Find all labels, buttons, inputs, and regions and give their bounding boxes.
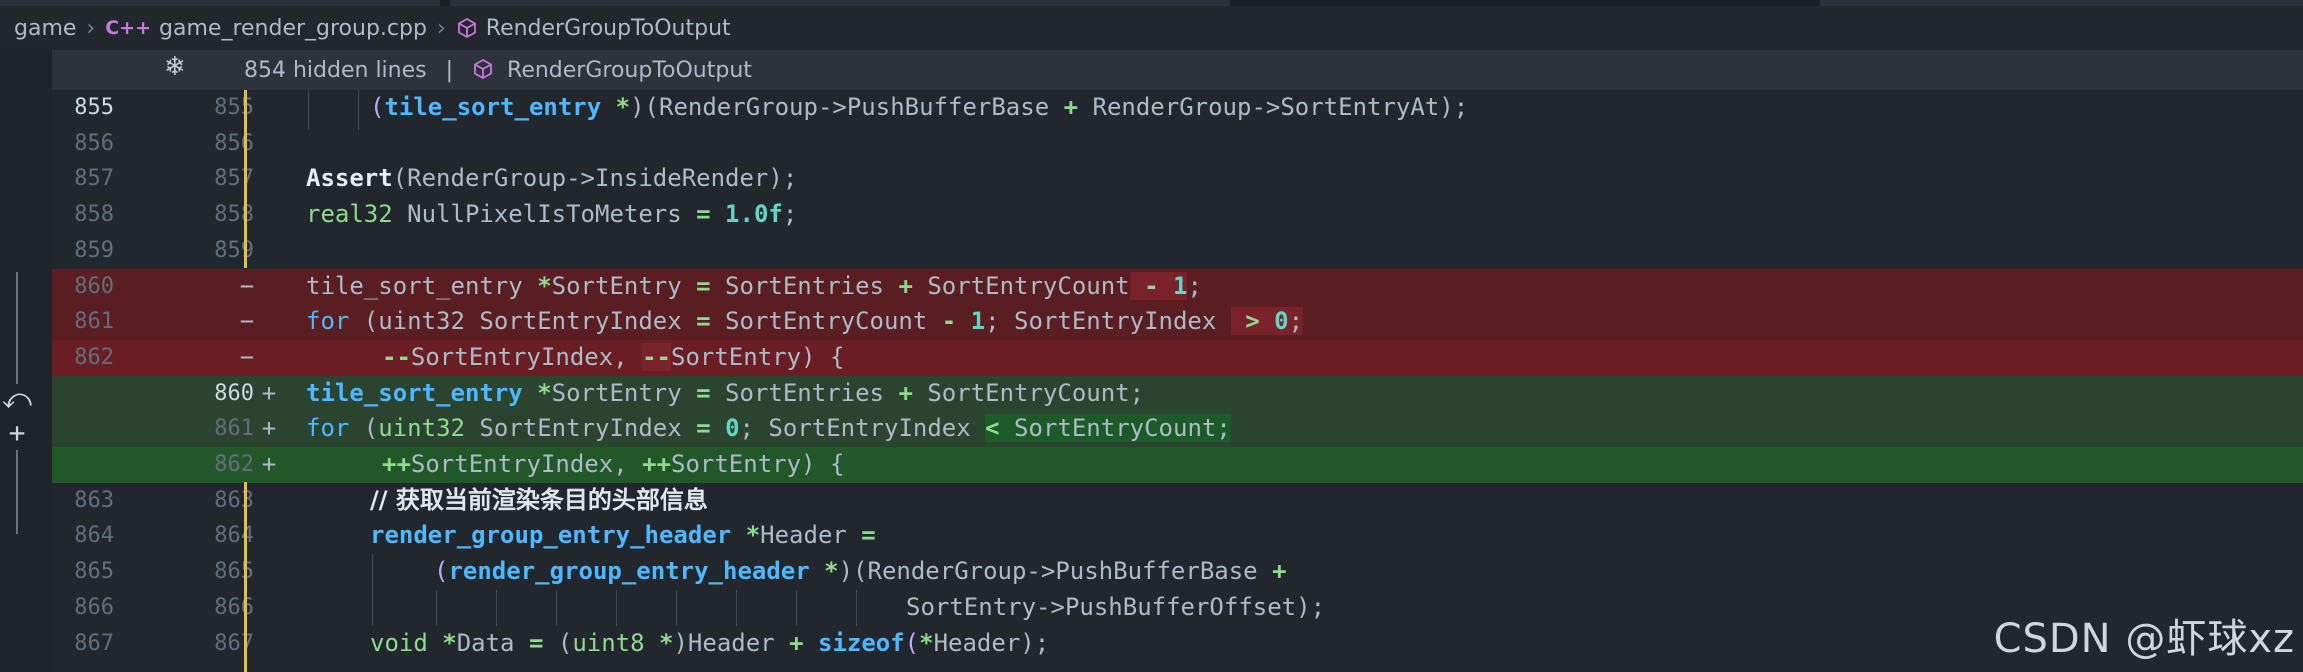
deleted-line[interactable]: 860 − tile_sort_entry *SortEntry = SortE… bbox=[52, 268, 2303, 305]
indent-guide bbox=[616, 590, 617, 626]
indent-guide bbox=[736, 590, 737, 626]
code-comment: // 获取当前渲染条目的头部信息 bbox=[370, 485, 708, 514]
code-text: void *Data = (uint8 *)Header + sizeof(*H… bbox=[370, 628, 1050, 657]
new-line-number: 863 bbox=[214, 487, 254, 513]
cube-icon bbox=[456, 17, 478, 39]
code-text: SortEntry->PushBufferOffset); bbox=[906, 592, 1326, 621]
old-line-number: 859 bbox=[74, 237, 114, 263]
new-line-number: 860 bbox=[214, 380, 254, 406]
indent-guide bbox=[308, 90, 309, 130]
code-text: Assert(RenderGroup->InsideRender); bbox=[306, 164, 798, 193]
old-line-number: 856 bbox=[74, 130, 114, 156]
new-line-number: 858 bbox=[214, 202, 254, 228]
indent-guide bbox=[372, 554, 373, 626]
deleted-sign: − bbox=[239, 271, 255, 300]
old-line-number: 861 bbox=[74, 309, 114, 335]
code-line[interactable]: 858 858 real32 NullPixelIsToMeters = 1.0… bbox=[52, 197, 2303, 233]
code-text: ++SortEntryIndex, ++SortEntry) { bbox=[382, 450, 845, 478]
indent-guide bbox=[556, 590, 557, 626]
code-text: render_group_entry_header *Header = bbox=[370, 521, 876, 550]
indent-guide bbox=[496, 590, 497, 626]
diff-editor[interactable]: 855 855 (tile_sort_entry *)(RenderGroup-… bbox=[52, 90, 2303, 672]
add-change-icon[interactable]: + bbox=[2, 418, 32, 448]
code-text: --SortEntryIndex, --SortEntry) { bbox=[382, 342, 845, 371]
breadcrumb-folder[interactable]: game bbox=[14, 16, 76, 41]
added-sign: + bbox=[261, 450, 277, 478]
diff-gutter-strip: ⤺ + bbox=[0, 50, 52, 672]
new-line-number: 865 bbox=[214, 559, 254, 585]
new-line-number: 856 bbox=[214, 130, 254, 156]
old-line-number: 865 bbox=[74, 559, 114, 585]
hidden-lines-text: 854 hidden lines | RenderGroupToOutput bbox=[244, 58, 752, 83]
code-line[interactable]: 855 855 (tile_sort_entry *)(RenderGroup-… bbox=[52, 90, 2303, 126]
code-text: tile_sort_entry *SortEntry = SortEntries… bbox=[306, 378, 1145, 407]
modified-gutter-bar[interactable] bbox=[244, 90, 247, 268]
old-line-number: 866 bbox=[74, 594, 114, 620]
change-bracket-line bbox=[16, 272, 18, 384]
breadcrumb: game › C++ game_render_group.cpp › Rende… bbox=[0, 6, 2303, 50]
code-line[interactable]: 859 859 bbox=[52, 233, 2303, 269]
old-line-number: 855 bbox=[74, 95, 114, 120]
indent-guide bbox=[796, 590, 797, 626]
added-sign: + bbox=[261, 414, 277, 443]
old-line-number: 864 bbox=[74, 523, 114, 549]
new-line-number: 859 bbox=[214, 237, 254, 263]
modified-gutter-bar[interactable] bbox=[244, 482, 247, 672]
code-line[interactable]: 865 865 (render_group_entry_header *)(Re… bbox=[52, 554, 2303, 590]
old-line-number: 860 bbox=[74, 273, 114, 299]
added-line[interactable]: 860 + tile_sort_entry *SortEntry = SortE… bbox=[52, 375, 2303, 412]
new-line-number: 855 bbox=[214, 95, 254, 120]
code-line[interactable]: 864 864 render_group_entry_header *Heade… bbox=[52, 518, 2303, 554]
deleted-sign: − bbox=[239, 307, 255, 336]
code-text: for (uint32 SortEntryIndex = SortEntryCo… bbox=[306, 307, 1304, 336]
deleted-line[interactable]: 861 − for (uint32 SortEntryIndex = SortE… bbox=[52, 304, 2303, 340]
new-line-number: 857 bbox=[214, 166, 254, 192]
indent-guide bbox=[436, 590, 437, 626]
old-line-number: 857 bbox=[74, 166, 114, 192]
code-text: tile_sort_entry *SortEntry = SortEntries… bbox=[306, 271, 1202, 300]
chevron-right-icon: › bbox=[86, 15, 96, 41]
hidden-lines-bar[interactable]: ❄ 854 hidden lines | RenderGroupToOutput bbox=[52, 50, 2303, 90]
chevron-right-icon: › bbox=[436, 15, 446, 41]
deleted-line[interactable]: 862 − --SortEntryIndex, --SortEntry) { bbox=[52, 339, 2303, 376]
code-text: real32 NullPixelIsToMeters = 1.0f; bbox=[306, 200, 798, 229]
indent-guide bbox=[856, 590, 857, 626]
change-bracket-line bbox=[16, 450, 18, 534]
code-line[interactable]: 867 867 void *Data = (uint8 *)Header + s… bbox=[52, 626, 2303, 662]
cube-icon bbox=[472, 58, 494, 80]
new-line-number: 862 bbox=[214, 452, 254, 477]
code-line[interactable]: 863 863 // 获取当前渲染条目的头部信息 bbox=[52, 483, 2303, 519]
code-line[interactable]: 856 856 bbox=[52, 126, 2303, 162]
old-line-number: 867 bbox=[74, 630, 114, 656]
code-text: (render_group_entry_header *)(RenderGrou… bbox=[434, 557, 1287, 586]
new-line-number: 866 bbox=[214, 594, 254, 620]
indent-guide bbox=[358, 90, 359, 130]
cpp-file-icon: C++ bbox=[105, 17, 152, 39]
code-line[interactable]: 866 866 SortEntry->PushBufferOffset); bbox=[52, 590, 2303, 626]
new-line-number: 867 bbox=[214, 630, 254, 656]
unfold-icon[interactable]: ❄ bbox=[164, 52, 186, 82]
breadcrumb-symbol[interactable]: RenderGroupToOutput bbox=[486, 16, 731, 41]
code-text: for (uint32 SortEntryIndex = 0; SortEntr… bbox=[306, 414, 1231, 443]
added-line[interactable]: 861 + for (uint32 SortEntryIndex = 0; So… bbox=[52, 411, 2303, 447]
old-line-number: 862 bbox=[74, 344, 114, 370]
code-text: (tile_sort_entry *)(RenderGroup->PushBuf… bbox=[370, 93, 1469, 121]
new-line-number: 861 bbox=[214, 416, 254, 442]
code-line[interactable]: 857 857 Assert(RenderGroup->InsideRender… bbox=[52, 161, 2303, 197]
added-line[interactable]: 862 + ++SortEntryIndex, ++SortEntry) { bbox=[52, 447, 2303, 483]
indent-guide bbox=[676, 590, 677, 626]
watermark: CSDN @虾球xz bbox=[1993, 616, 2295, 662]
deleted-sign: − bbox=[239, 342, 255, 371]
old-line-number: 863 bbox=[74, 487, 114, 513]
revert-arrow-icon[interactable]: ⤺ bbox=[2, 384, 32, 414]
new-line-number: 864 bbox=[214, 523, 254, 549]
old-line-number: 858 bbox=[74, 202, 114, 228]
breadcrumb-file[interactable]: game_render_group.cpp bbox=[159, 16, 427, 41]
added-sign: + bbox=[261, 378, 277, 407]
